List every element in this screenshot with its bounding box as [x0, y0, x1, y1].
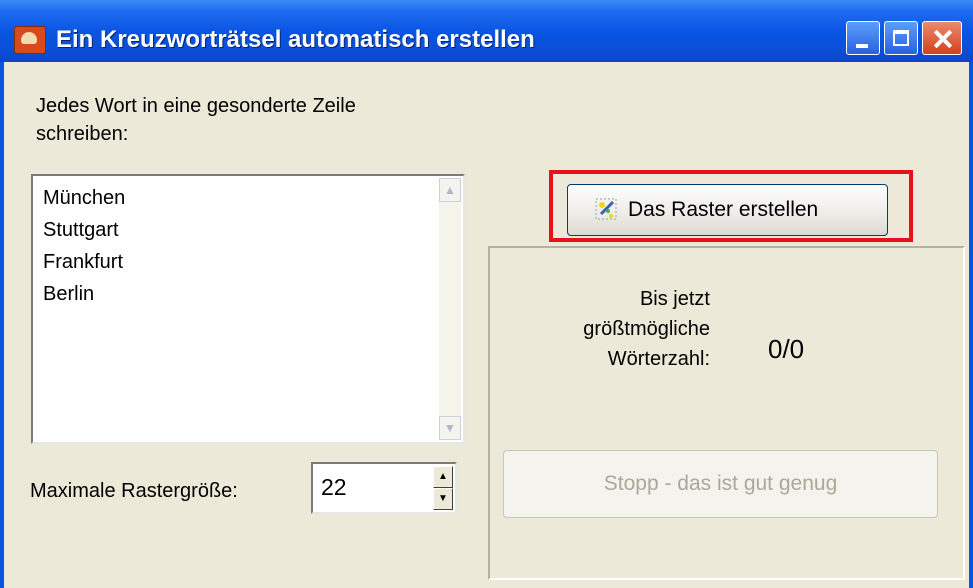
chevron-down-icon: ▼ — [444, 421, 456, 435]
instructions-line-2: schreiben: — [36, 123, 129, 145]
minimize-button[interactable] — [846, 21, 880, 55]
instructions-line-1: Jedes Wort in eine gesonderte Zeile — [36, 95, 356, 117]
stop-button[interactable]: Stopp - das ist gut genug — [503, 450, 938, 518]
chevron-up-icon: ▲ — [444, 183, 456, 197]
maximize-button[interactable] — [884, 21, 918, 55]
arrow-up-icon: ▲ — [438, 471, 448, 482]
grid-size-label: Maximale Rastergröße: — [30, 480, 238, 502]
create-grid-label: Das Raster erstellen — [628, 198, 819, 221]
word-list-item: Berlin — [43, 283, 95, 305]
close-button[interactable] — [922, 21, 962, 55]
word-list-item: München — [43, 187, 126, 209]
word-list-scrollbar[interactable]: ▲ ▼ — [439, 178, 461, 440]
window-border-right — [969, 62, 973, 588]
word-list-item: Stuttgart — [43, 219, 119, 241]
word-list-content: München Stuttgart Frankfurt Berlin — [43, 182, 125, 310]
spinner-up-button[interactable]: ▲ — [433, 466, 453, 488]
window-title: Ein Kreuzworträtsel automatisch erstelle… — [56, 26, 535, 53]
create-grid-button[interactable]: Das Raster erstellen — [567, 184, 888, 236]
dialog-window: Ein Kreuzworträtsel automatisch erstelle… — [0, 0, 973, 588]
word-list-textarea[interactable]: München Stuttgart Frankfurt Berlin ▲ ▼ — [31, 174, 465, 444]
magic-wand-icon — [595, 198, 617, 220]
app-icon — [14, 26, 46, 54]
scroll-up-button[interactable]: ▲ — [439, 178, 461, 202]
scroll-down-button[interactable]: ▼ — [439, 416, 461, 440]
word-count-label-line-1: Bis jetzt — [639, 288, 710, 310]
instructions-label: Jedes Wort in eine gesonderte Zeile schr… — [36, 92, 476, 148]
grid-size-spinner[interactable]: 22 ▲ ▼ — [311, 462, 457, 514]
grid-size-value[interactable]: 22 — [321, 474, 347, 501]
word-count-label-line-3: Wörterzahl: — [607, 348, 710, 370]
word-count-value: 0/0 — [768, 334, 805, 364]
arrow-down-icon: ▼ — [438, 493, 448, 504]
word-list-item: Frankfurt — [43, 251, 124, 273]
title-bar[interactable]: Ein Kreuzworträtsel automatisch erstelle… — [0, 0, 973, 62]
spinner-down-button[interactable]: ▼ — [433, 488, 453, 510]
word-count-label-line-2: größtmögliche — [583, 318, 710, 340]
spinner-buttons: ▲ ▼ — [433, 466, 453, 510]
word-count-label: Bis jetzt größtmögliche Wörterzahl: — [540, 284, 710, 374]
